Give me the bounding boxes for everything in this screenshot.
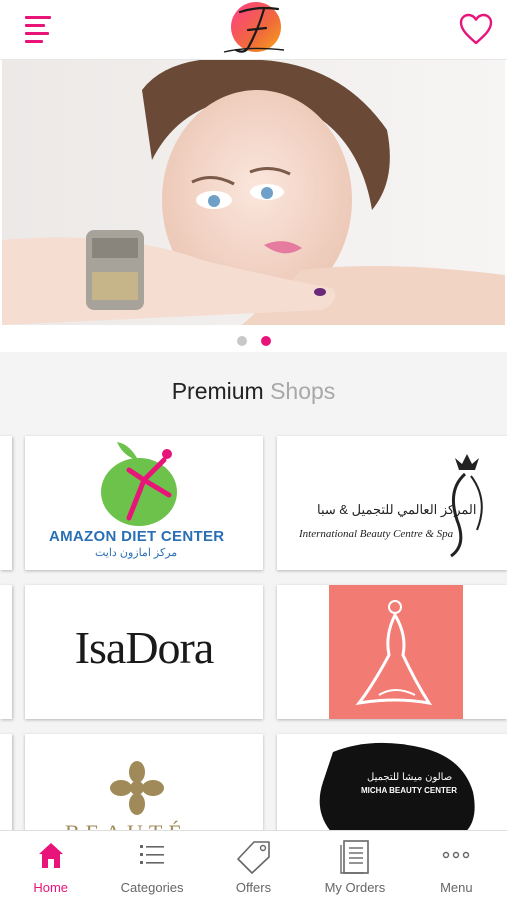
shop-card-beaute[interactable]: BEAUTÉ bbox=[25, 734, 263, 830]
shop-subtitle: المركز العالمي للتجميل & سبا bbox=[317, 502, 477, 517]
partial-shop-card[interactable] bbox=[0, 734, 12, 830]
shop-name: IsaDora bbox=[74, 622, 215, 673]
shop-card-micha-beauty[interactable]: صالون ميشا للتجميل MICHA BEAUTY CENTER bbox=[277, 734, 507, 830]
bottom-navigation: Home Categories Offers My Orders Menu bbox=[0, 830, 507, 900]
shop-card-amazon-diet-center[interactable]: AMAZON DIET CENTER مركز امازون دايت bbox=[25, 436, 263, 570]
nav-offers[interactable]: Offers bbox=[203, 831, 304, 900]
app-header bbox=[0, 0, 507, 60]
shop-name: BEAUTÉ bbox=[65, 820, 188, 830]
list-icon bbox=[140, 845, 165, 864]
tag-icon bbox=[236, 841, 270, 874]
shop-subtitle: مركز امازون دايت bbox=[95, 547, 178, 559]
carousel-indicators bbox=[0, 333, 507, 346]
nav-label: Offers bbox=[235, 880, 272, 895]
shop-card-isadora[interactable]: IsaDora bbox=[25, 585, 263, 719]
carousel-dot-2[interactable] bbox=[260, 336, 271, 346]
partial-shop-card[interactable] bbox=[0, 585, 12, 719]
nav-my-orders[interactable]: My Orders bbox=[304, 831, 405, 900]
nav-label: Categories bbox=[120, 880, 184, 895]
nav-label: Menu bbox=[440, 880, 473, 895]
nav-label: My Orders bbox=[324, 880, 386, 895]
heart-outline-icon[interactable] bbox=[458, 12, 494, 46]
more-dots-icon bbox=[443, 851, 470, 859]
nav-categories[interactable]: Categories bbox=[101, 831, 202, 900]
nav-home[interactable]: Home bbox=[0, 831, 101, 900]
section-title-accent: Shops bbox=[270, 378, 336, 404]
shop-subtitle: صالون ميشا للتجميل bbox=[367, 772, 453, 783]
hamburger-menu-icon[interactable] bbox=[25, 16, 53, 44]
nav-menu[interactable]: Menu bbox=[406, 831, 507, 900]
shop-name: International Beauty Centre & Spa bbox=[299, 528, 454, 540]
nav-label: Home bbox=[33, 880, 69, 895]
section-title: Premium Shops bbox=[0, 378, 507, 405]
dress-logo-icon bbox=[329, 585, 463, 719]
shop-card-international-beauty[interactable]: المركز العالمي للتجميل & سبا Internation… bbox=[277, 436, 507, 570]
shop-card-dress-logo[interactable] bbox=[277, 585, 507, 719]
document-icon bbox=[340, 840, 369, 874]
partial-shop-card[interactable] bbox=[0, 436, 12, 570]
premium-shops-section: Premium Shops AMAZON DIET CENTER مركز ام… bbox=[0, 352, 507, 830]
apple-logo-icon bbox=[101, 442, 177, 526]
shop-name: MICHA BEAUTY CENTER bbox=[361, 786, 458, 795]
hero-banner-image[interactable] bbox=[2, 60, 505, 325]
section-title-main: Premium bbox=[171, 378, 264, 404]
shop-name: AMAZON DIET CENTER bbox=[49, 528, 225, 545]
brand-logo[interactable] bbox=[218, 0, 290, 56]
home-icon bbox=[38, 843, 63, 868]
floral-logo-icon bbox=[110, 761, 164, 815]
carousel-dot-1[interactable] bbox=[236, 336, 247, 346]
